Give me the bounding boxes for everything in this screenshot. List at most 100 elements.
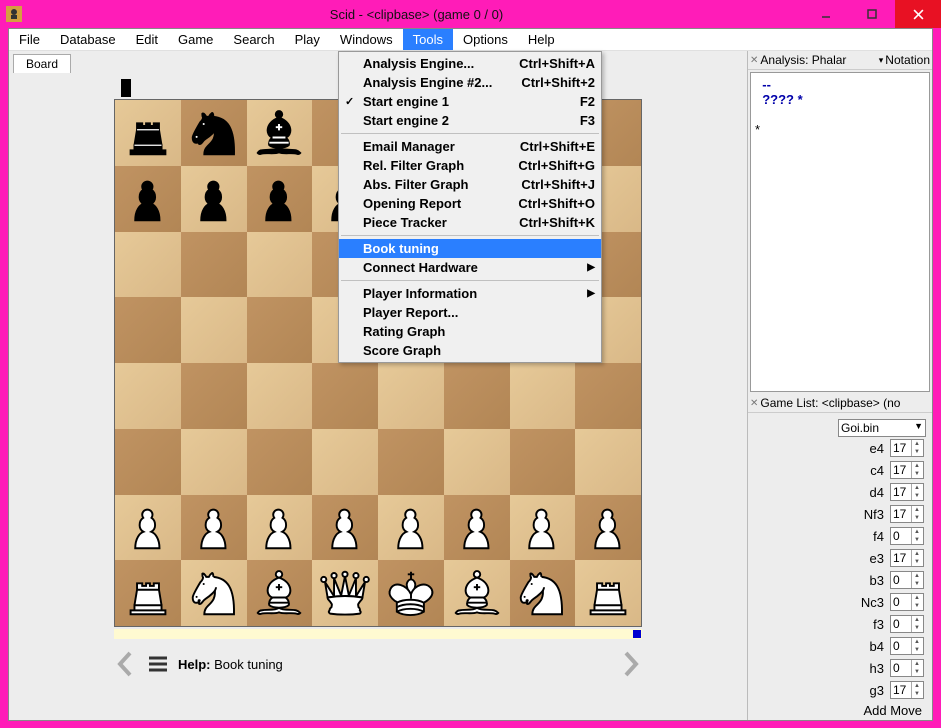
- piece-wK[interactable]: [382, 564, 440, 622]
- move-weight-input[interactable]: [891, 441, 911, 455]
- menu-item-rating-graph[interactable]: Rating Graph: [339, 322, 601, 341]
- square[interactable]: [312, 560, 378, 626]
- move-label[interactable]: e3: [854, 551, 884, 566]
- move-weight-input[interactable]: [891, 507, 911, 521]
- piece-bN[interactable]: [185, 104, 243, 162]
- square[interactable]: [510, 363, 576, 429]
- spin-up-icon[interactable]: ▲: [912, 550, 922, 558]
- square[interactable]: [378, 560, 444, 626]
- spin-up-icon[interactable]: ▲: [912, 506, 922, 514]
- minimize-button[interactable]: [803, 0, 849, 28]
- analysis-tab-label[interactable]: Analysis: Phalar: [760, 53, 846, 67]
- tab-board[interactable]: Board: [13, 54, 71, 73]
- spin-down-icon[interactable]: ▼: [912, 602, 922, 610]
- square[interactable]: [247, 100, 313, 166]
- menu-play[interactable]: Play: [285, 29, 330, 50]
- menu-item-connect-hardware[interactable]: Connect Hardware▶: [339, 258, 601, 277]
- square[interactable]: [115, 560, 181, 626]
- move-weight-spinner[interactable]: ▲▼: [890, 505, 924, 523]
- square[interactable]: [115, 100, 181, 166]
- square[interactable]: [444, 363, 510, 429]
- square[interactable]: [247, 166, 313, 232]
- move-weight-spinner[interactable]: ▲▼: [890, 593, 924, 611]
- add-move-button[interactable]: Add Move: [748, 699, 932, 720]
- move-weight-input[interactable]: [891, 617, 911, 631]
- move-weight-spinner[interactable]: ▲▼: [890, 439, 924, 457]
- move-weight-spinner[interactable]: ▲▼: [890, 659, 924, 677]
- spin-down-icon[interactable]: ▼: [912, 624, 922, 632]
- piece-bP[interactable]: [250, 170, 308, 228]
- spin-down-icon[interactable]: ▼: [912, 492, 922, 500]
- piece-wP[interactable]: [382, 498, 440, 556]
- spin-down-icon[interactable]: ▼: [912, 558, 922, 566]
- square[interactable]: [115, 363, 181, 429]
- square[interactable]: [312, 495, 378, 561]
- move-weight-spinner[interactable]: ▲▼: [890, 615, 924, 633]
- book-file-select[interactable]: Goi.bin▼: [838, 419, 926, 437]
- square[interactable]: [115, 429, 181, 495]
- spin-down-icon[interactable]: ▼: [912, 646, 922, 654]
- move-weight-input[interactable]: [891, 529, 911, 543]
- menu-item-player-report-[interactable]: Player Report...: [339, 303, 601, 322]
- menu-item-opening-report[interactable]: Opening ReportCtrl+Shift+O: [339, 194, 601, 213]
- piece-wB[interactable]: [250, 564, 308, 622]
- spin-up-icon[interactable]: ▲: [912, 572, 922, 580]
- grip-icon[interactable]: ✕: [750, 55, 758, 66]
- close-button[interactable]: [895, 0, 941, 28]
- move-weight-input[interactable]: [891, 463, 911, 477]
- spin-up-icon[interactable]: ▲: [912, 484, 922, 492]
- square[interactable]: [575, 560, 641, 626]
- spin-down-icon[interactable]: ▼: [912, 580, 922, 588]
- menu-item-analysis-engine-[interactable]: Analysis Engine...Ctrl+Shift+A: [339, 54, 601, 73]
- spin-up-icon[interactable]: ▲: [912, 594, 922, 602]
- menu-windows[interactable]: Windows: [330, 29, 403, 50]
- move-label[interactable]: Nc3: [854, 595, 884, 610]
- spin-down-icon[interactable]: ▼: [912, 690, 922, 698]
- square[interactable]: [247, 560, 313, 626]
- piece-wP[interactable]: [250, 498, 308, 556]
- move-weight-spinner[interactable]: ▲▼: [890, 461, 924, 479]
- move-label[interactable]: b4: [854, 639, 884, 654]
- notation-tab-label[interactable]: Notation: [885, 53, 930, 67]
- square[interactable]: [378, 429, 444, 495]
- spin-up-icon[interactable]: ▲: [912, 638, 922, 646]
- menu-item-start-engine-2[interactable]: Start engine 2F3: [339, 111, 601, 130]
- piece-wP[interactable]: [513, 498, 571, 556]
- piece-wB[interactable]: [448, 564, 506, 622]
- square[interactable]: [510, 495, 576, 561]
- spin-down-icon[interactable]: ▼: [912, 470, 922, 478]
- move-label[interactable]: f4: [854, 529, 884, 544]
- move-weight-input[interactable]: [891, 485, 911, 499]
- square[interactable]: [181, 297, 247, 363]
- move-label[interactable]: h3: [854, 661, 884, 676]
- move-weight-input[interactable]: [891, 595, 911, 609]
- piece-wP[interactable]: [448, 498, 506, 556]
- spin-down-icon[interactable]: ▼: [912, 514, 922, 522]
- menu-edit[interactable]: Edit: [126, 29, 168, 50]
- menu-item-book-tuning[interactable]: Book tuning: [339, 239, 601, 258]
- square[interactable]: [115, 495, 181, 561]
- spin-up-icon[interactable]: ▲: [912, 682, 922, 690]
- square[interactable]: [247, 232, 313, 298]
- piece-wP[interactable]: [185, 498, 243, 556]
- menu-database[interactable]: Database: [50, 29, 126, 50]
- square[interactable]: [115, 166, 181, 232]
- square[interactable]: [181, 363, 247, 429]
- move-weight-input[interactable]: [891, 661, 911, 675]
- square[interactable]: [575, 495, 641, 561]
- move-label[interactable]: b3: [854, 573, 884, 588]
- square[interactable]: [444, 429, 510, 495]
- move-weight-spinner[interactable]: ▲▼: [890, 571, 924, 589]
- move-weight-spinner[interactable]: ▲▼: [890, 681, 924, 699]
- spin-up-icon[interactable]: ▲: [912, 660, 922, 668]
- menu-tools[interactable]: Tools: [403, 29, 453, 50]
- menu-item-abs-filter-graph[interactable]: Abs. Filter GraphCtrl+Shift+J: [339, 175, 601, 194]
- menu-item-start-engine-1[interactable]: ✓Start engine 1F2: [339, 92, 601, 111]
- spin-down-icon[interactable]: ▼: [912, 536, 922, 544]
- menu-item-piece-tracker[interactable]: Piece TrackerCtrl+Shift+K: [339, 213, 601, 232]
- square[interactable]: [247, 429, 313, 495]
- piece-wP[interactable]: [119, 498, 177, 556]
- menu-file[interactable]: File: [9, 29, 50, 50]
- hamburger-icon[interactable]: [146, 654, 170, 674]
- square[interactable]: [378, 495, 444, 561]
